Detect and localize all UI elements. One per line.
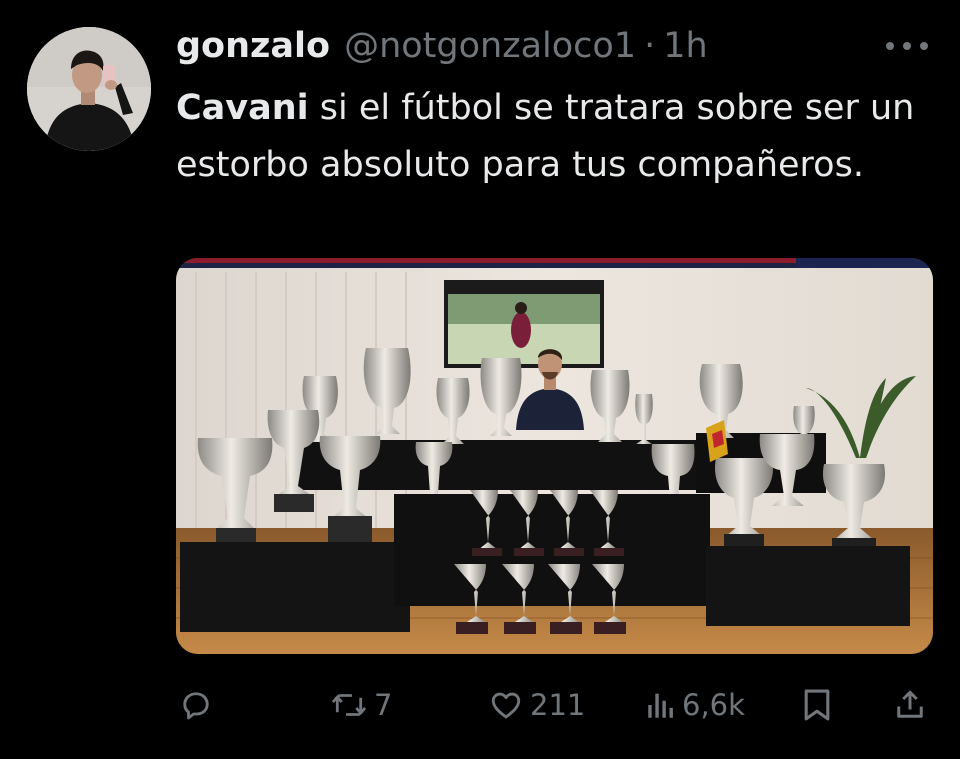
reply-button[interactable] <box>178 680 220 730</box>
heart-icon <box>491 692 521 719</box>
bookmark-icon <box>804 689 830 721</box>
retweet-icon <box>331 694 367 716</box>
bookmark-button[interactable] <box>800 680 834 730</box>
trophy-room-photo <box>176 258 933 654</box>
separator-dot: · <box>644 26 656 66</box>
retweet-count: 7 <box>374 688 393 722</box>
avatar[interactable] <box>27 27 151 151</box>
tweet-mention: Cavani <box>176 88 309 128</box>
more-dot <box>920 42 928 50</box>
more-dot <box>903 42 911 50</box>
share-icon <box>897 690 923 718</box>
tweet-text: Cavani si el fútbol se tratara sobre ser… <box>176 80 936 194</box>
author-display-name[interactable]: gonzalo <box>176 24 330 68</box>
like-count: 211 <box>530 688 586 722</box>
tweet-timestamp[interactable]: 1h <box>663 24 707 68</box>
reply-icon <box>183 692 209 720</box>
views-count: 6,6k <box>682 688 745 722</box>
views-button[interactable]: 6,6k <box>646 680 745 730</box>
like-button[interactable]: 211 <box>488 680 585 730</box>
tweet-header: gonzalo @notgonzaloco1 · 1h <box>176 24 708 68</box>
tweet-media[interactable] <box>176 258 933 654</box>
author-handle[interactable]: @notgonzaloco1 <box>344 24 636 68</box>
more-dot <box>886 42 894 50</box>
share-button[interactable] <box>892 680 928 730</box>
views-icon <box>648 693 673 718</box>
tweet[interactable]: gonzalo @notgonzaloco1 · 1h Cavani si el… <box>0 0 960 759</box>
retweet-button[interactable]: 7 <box>330 680 392 730</box>
action-bar: 7 211 6,6k <box>0 680 960 730</box>
more-options-button[interactable] <box>886 36 928 56</box>
avatar-image <box>27 27 151 151</box>
